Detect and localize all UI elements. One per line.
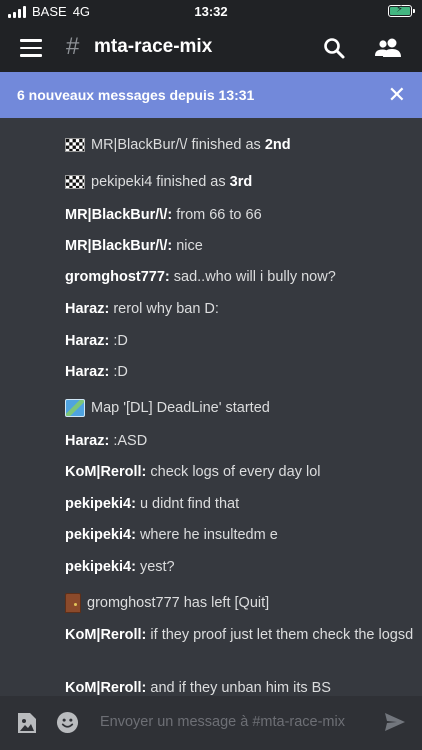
- chat-message: pekipeki4: u didnt find that: [65, 493, 415, 515]
- message-author[interactable]: Haraz:: [65, 433, 109, 449]
- message-author[interactable]: KoM|Reroll:: [65, 627, 146, 643]
- menu-icon[interactable]: [20, 39, 42, 57]
- message-author[interactable]: KoM|Reroll:: [65, 464, 146, 480]
- send-icon[interactable]: [384, 712, 406, 732]
- chat-message: KoM|Reroll: and if they unban him its BS: [65, 677, 415, 696]
- message-author[interactable]: pekipeki4:: [65, 496, 136, 512]
- message-input-bar: Envoyer un message à #mta-race-mix: [0, 696, 422, 750]
- message-text: nice: [172, 238, 203, 254]
- message-author[interactable]: pekipeki4:: [65, 527, 136, 543]
- message-text: rerol why ban D:: [109, 301, 219, 317]
- checkered-flag-icon: [65, 138, 85, 153]
- map-icon: [65, 399, 85, 418]
- chat-message: pekipeki4: yest?: [65, 556, 415, 578]
- message-author[interactable]: Haraz:: [65, 333, 109, 349]
- attach-image-icon[interactable]: [16, 711, 38, 735]
- new-messages-text: 6 nouveaux messages depuis 13:31: [17, 87, 255, 103]
- message-text: yest?: [135, 559, 175, 575]
- status-bar: BASE 4G 13:32 ⚡: [0, 0, 422, 24]
- message-text: u didnt find that: [135, 496, 240, 512]
- chat-message: Haraz: :D: [65, 330, 415, 352]
- message-author[interactable]: MR|BlackBur/\/:: [65, 238, 172, 254]
- channel-title[interactable]: mta-race-mix: [94, 36, 212, 58]
- channel-header: # mta-race-mix: [0, 24, 422, 72]
- search-icon[interactable]: [322, 36, 346, 60]
- message-text: :ASD: [109, 433, 148, 449]
- message-list[interactable]: MR|BlackBur/\/ finished as 2nd pekipeki4…: [0, 118, 422, 696]
- message-text: :D: [109, 333, 128, 349]
- system-message: gromghost777 has left [Quit]: [65, 592, 415, 614]
- system-message: pekipeki4 finished as 3rd: [65, 171, 415, 193]
- message-text: from 66 to 66: [172, 207, 262, 223]
- message-text: sad..who will i bully now?: [169, 269, 336, 285]
- message-text: if they proof just let them check the lo…: [146, 627, 414, 643]
- message-author[interactable]: pekipeki4:: [65, 559, 136, 575]
- chat-message: MR|BlackBur/\/: nice: [65, 235, 415, 257]
- message-text: and if they unban him its BS: [146, 680, 331, 696]
- chat-message: KoM|Reroll: if they proof just let them …: [65, 624, 415, 646]
- message-author[interactable]: KoM|Reroll:: [65, 680, 146, 696]
- status-time: 13:32: [194, 4, 228, 19]
- chat-message: pekipeki4: where he insultedm e: [65, 524, 415, 546]
- system-message: Map '[DL] DeadLine' started: [65, 397, 415, 419]
- chat-message: Haraz: rerol why ban D:: [65, 298, 415, 320]
- battery-icon: ⚡: [388, 4, 415, 17]
- message-author[interactable]: Haraz:: [65, 364, 109, 380]
- checkered-flag-icon: [65, 175, 85, 190]
- chat-message: MR|BlackBur/\/: from 66 to 66: [65, 204, 415, 226]
- chat-message: Haraz: :D: [65, 361, 415, 383]
- new-messages-banner[interactable]: 6 nouveaux messages depuis 13:31 ✕: [0, 72, 422, 118]
- message-text: check logs of every day lol: [146, 464, 321, 480]
- members-icon[interactable]: [374, 36, 402, 60]
- chat-message: Haraz: :ASD: [65, 430, 415, 452]
- close-icon[interactable]: ✕: [388, 82, 406, 108]
- message-text: :D: [109, 364, 128, 380]
- channel-hash-icon: #: [66, 33, 80, 60]
- message-author[interactable]: MR|BlackBur/\/:: [65, 207, 172, 223]
- emoji-icon[interactable]: [56, 711, 79, 734]
- chat-message: KoM|Reroll: check logs of every day lol: [65, 461, 415, 483]
- message-author[interactable]: Haraz:: [65, 301, 109, 317]
- system-message: MR|BlackBur/\/ finished as 2nd: [65, 134, 415, 156]
- message-input[interactable]: Envoyer un message à #mta-race-mix: [100, 714, 345, 730]
- chat-message: gromghost777: sad..who will i bully now?: [65, 266, 415, 288]
- message-author[interactable]: gromghost777:: [65, 269, 170, 285]
- door-icon: [65, 593, 81, 614]
- message-text: where he insultedm e: [135, 527, 278, 543]
